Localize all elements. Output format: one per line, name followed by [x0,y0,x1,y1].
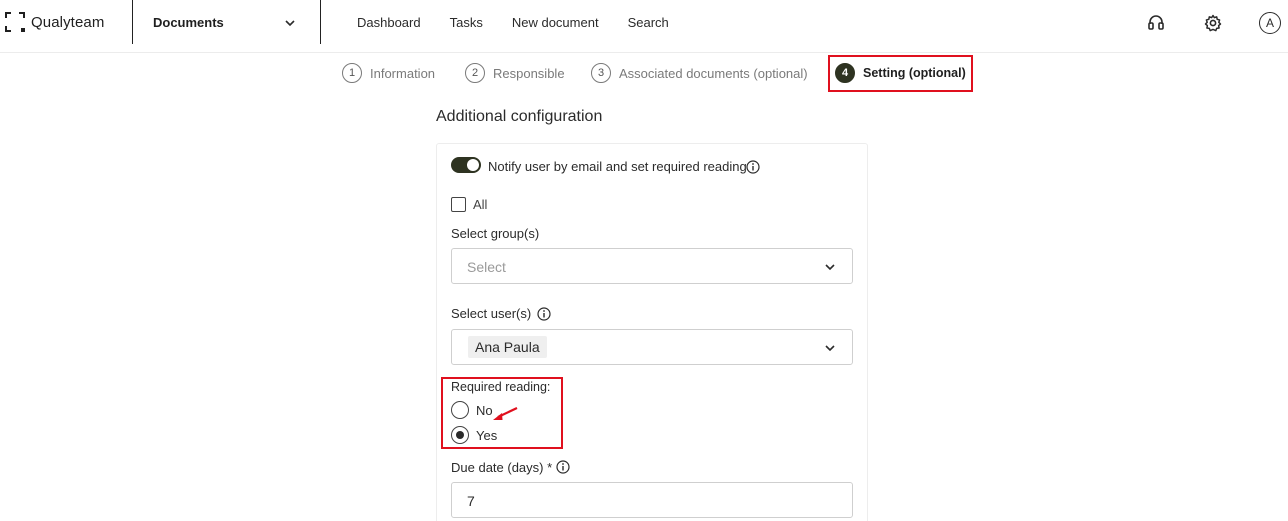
divider [132,0,133,44]
nav-tasks[interactable]: Tasks [450,15,483,30]
step-number: 2 [465,63,485,83]
groups-label: Select group(s) [451,226,540,241]
chevron-down-icon [825,264,835,271]
nav-dashboard[interactable]: Dashboard [357,15,421,30]
nav-new-document[interactable]: New document [512,15,599,30]
info-icon[interactable] [537,307,551,321]
headset-icon[interactable] [1146,13,1166,33]
main-nav: Dashboard Tasks New document Search [357,15,698,30]
all-label: All [473,197,488,212]
step-responsible[interactable]: 2 Responsible [465,62,565,84]
all-checkbox[interactable] [451,197,466,212]
users-select[interactable]: Ana Paula [451,329,853,365]
top-bar: Qualyteam Documents Dashboard Tasks New … [0,0,1288,53]
groups-placeholder: Select [467,259,506,275]
step-label: Responsible [493,65,565,81]
section-title: Additional configuration [436,108,603,125]
brand-name: Qualyteam [31,13,105,31]
brand-logo[interactable]: Qualyteam [5,12,104,32]
highlight-box-step [828,55,973,92]
nav-search[interactable]: Search [628,15,669,30]
red-arrow-annotation [493,407,518,420]
wizard-stepper: 1 Information 2 Responsible 3 Associated… [0,62,1288,86]
due-date-value: 7 [467,493,475,509]
step-label: Associated documents (optional) [619,65,808,81]
divider [320,0,321,44]
notify-toggle[interactable] [451,157,481,173]
step-associated-documents[interactable]: 3 Associated documents (optional) [591,62,808,84]
groups-select[interactable]: Select [451,248,853,284]
info-icon[interactable] [746,160,760,174]
notify-label: Notify user by email and set required re… [488,159,747,174]
users-label: Select user(s) [451,306,532,321]
step-number: 1 [342,63,362,83]
chevron-down-icon [825,345,835,352]
qualyteam-logo-icon [5,12,25,32]
user-avatar[interactable]: A [1259,12,1281,34]
due-date-label: Due date (days) * [451,460,553,475]
gear-icon[interactable] [1203,13,1223,33]
info-icon[interactable] [556,460,570,474]
step-information[interactable]: 1 Information [342,62,435,84]
step-label: Information [370,65,436,81]
user-chip[interactable]: Ana Paula [468,336,547,358]
chevron-down-icon[interactable] [283,16,297,30]
step-number: 3 [591,63,611,83]
module-selector-label[interactable]: Documents [153,15,224,30]
due-date-input[interactable]: 7 [451,482,853,518]
